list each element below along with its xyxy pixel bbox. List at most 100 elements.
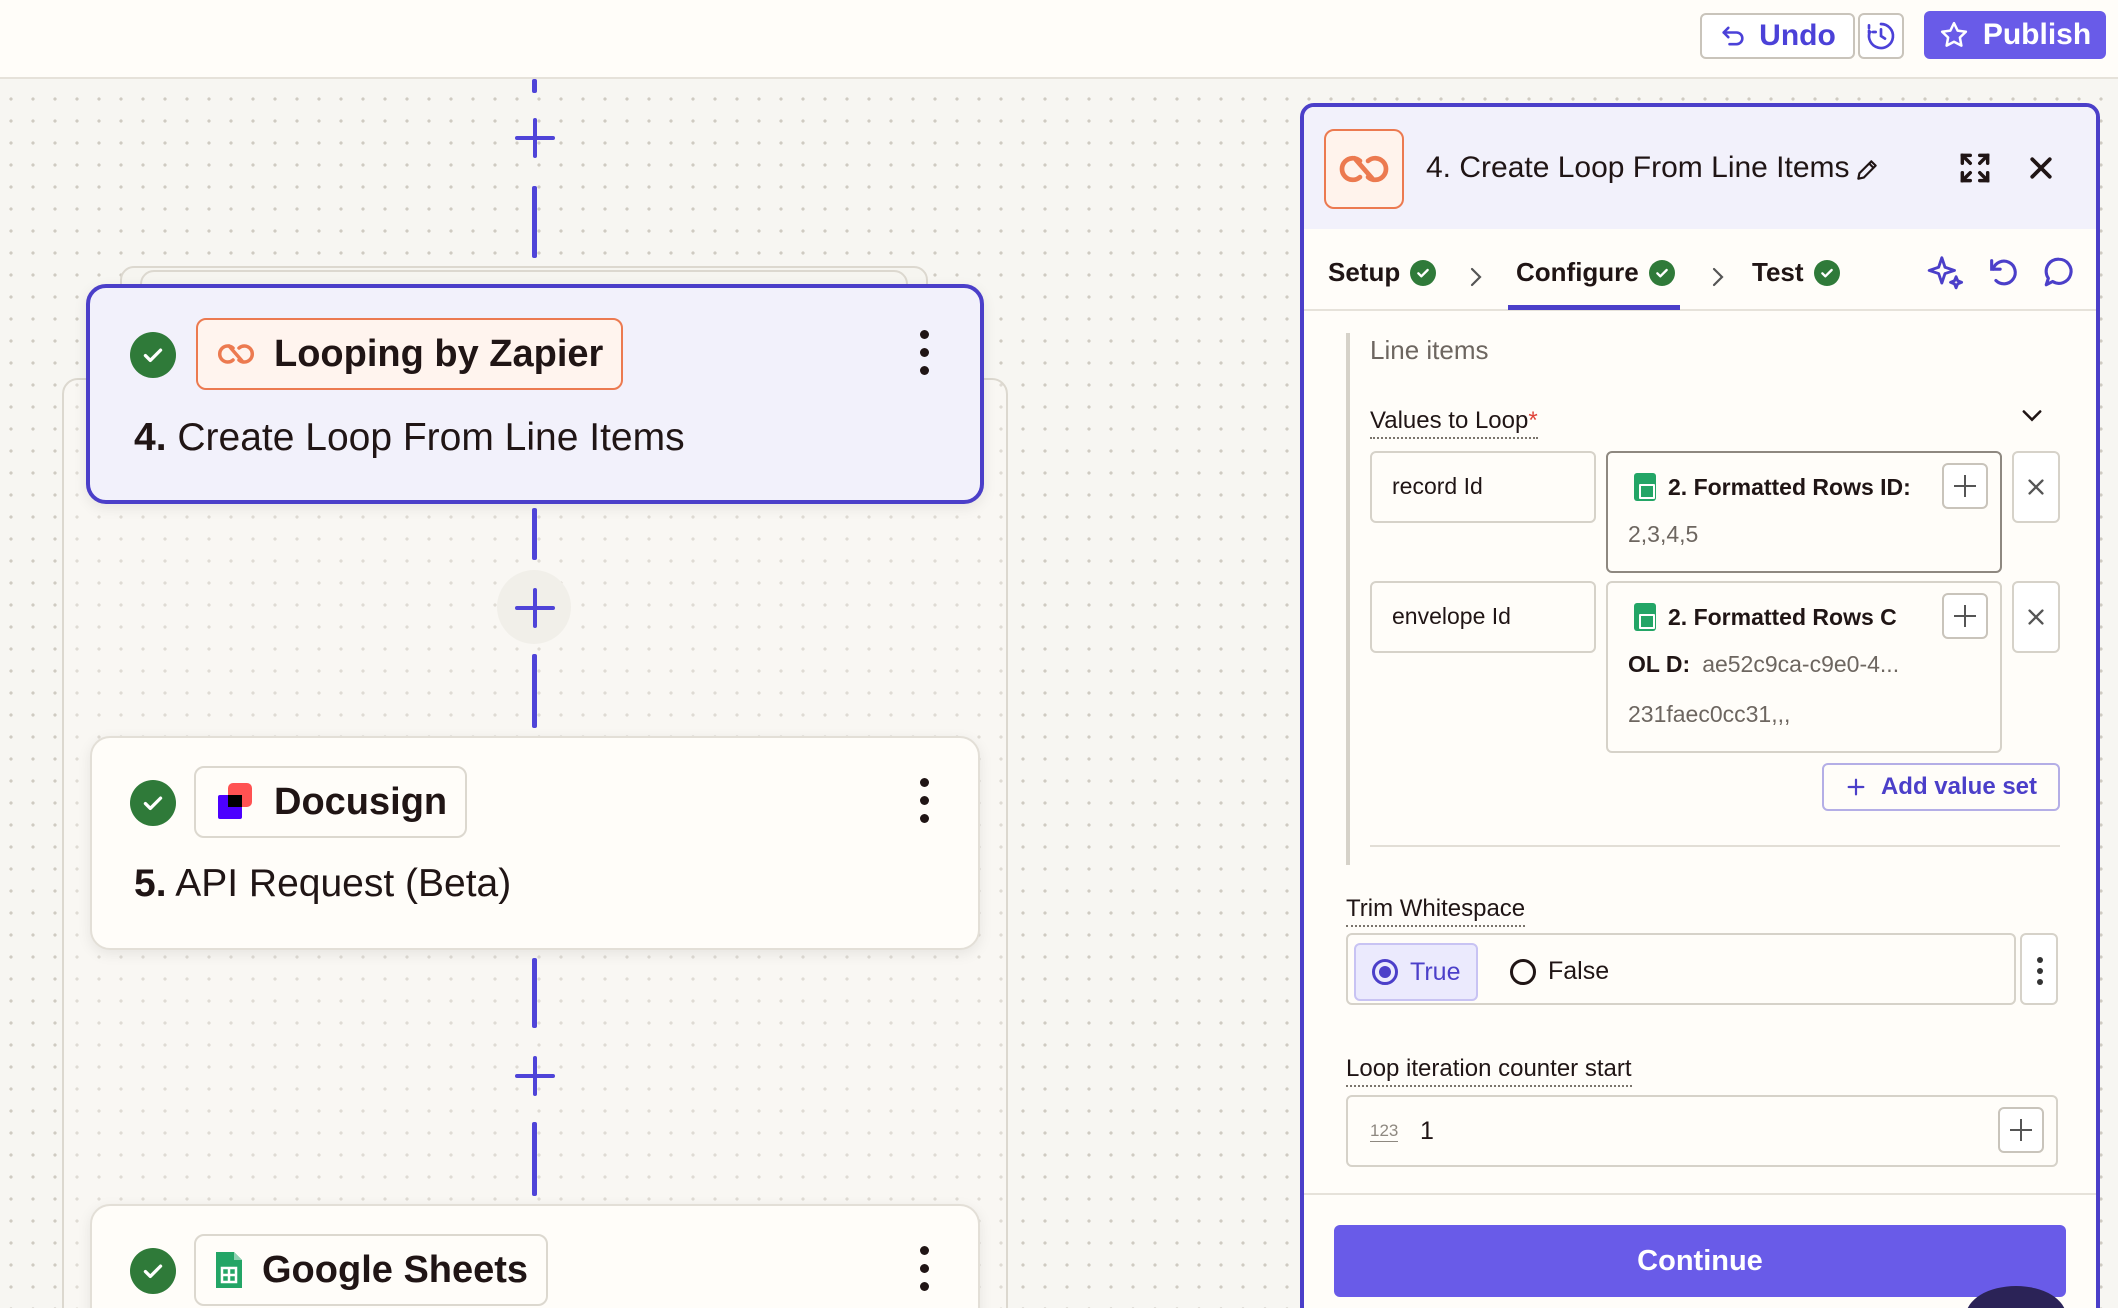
remove-row-button[interactable] xyxy=(2012,581,2060,653)
panel-title-text: 4. Create Loop From Line Items xyxy=(1426,151,1850,184)
connector-line xyxy=(532,654,537,728)
continue-label: Continue xyxy=(1637,1244,1763,1277)
radio-true[interactable]: True xyxy=(1354,943,1478,1001)
check-icon xyxy=(1813,259,1840,286)
key-input[interactable]: record Id xyxy=(1370,451,1596,523)
insert-data-button[interactable] xyxy=(1942,593,1988,639)
divider xyxy=(1370,845,2060,847)
step-title: 5. API Request (Beta) xyxy=(134,862,512,905)
loop-counter-input[interactable]: 123 1 xyxy=(1346,1095,2058,1167)
expand-icon[interactable] xyxy=(1956,149,1994,187)
panel-title: 4. Create Loop From Line Items xyxy=(1426,151,1850,185)
google-sheets-icon xyxy=(1634,603,1656,631)
key-value: envelope Id xyxy=(1392,603,1511,629)
footer-divider xyxy=(1304,1193,2096,1195)
panel-tabs: Setup Configure Test xyxy=(1304,229,2096,311)
app-badge: Google Sheets xyxy=(194,1234,549,1306)
token-label: 2. Formatted Rows ID: xyxy=(1668,473,1911,500)
insert-data-button[interactable] xyxy=(1998,1107,2044,1153)
chevron-right-icon xyxy=(1708,265,1728,296)
section-label: Line items xyxy=(1370,335,1489,365)
comment-icon[interactable] xyxy=(2042,255,2076,289)
history-clock-icon xyxy=(1867,22,1895,50)
radio-label: True xyxy=(1410,957,1461,986)
step-menu-icon[interactable] xyxy=(918,1246,930,1292)
status-check-icon xyxy=(130,332,176,378)
step-card-loop[interactable]: Looping by Zapier 4. Create Loop From Li… xyxy=(86,284,984,504)
status-check-icon xyxy=(130,780,176,826)
undo-button[interactable]: Undo xyxy=(1700,13,1855,59)
field-options-button[interactable] xyxy=(2020,933,2058,1005)
version-history-button[interactable] xyxy=(1858,13,1904,59)
refresh-icon[interactable] xyxy=(1986,255,2020,289)
connector-line xyxy=(532,79,537,93)
app-name: Looping by Zapier xyxy=(274,332,604,375)
radio-label: False xyxy=(1548,957,1610,985)
google-sheets-icon xyxy=(1634,473,1656,501)
section-indent-bar xyxy=(1346,333,1350,865)
tab-label: Configure xyxy=(1516,257,1639,287)
add-value-set-label: Add value set xyxy=(1880,773,2038,800)
add-step-icon[interactable] xyxy=(513,1054,557,1098)
undo-icon xyxy=(1722,26,1744,46)
token-label-cont: OL D: xyxy=(1628,651,1691,677)
status-check-icon xyxy=(130,1248,176,1294)
check-icon xyxy=(1648,259,1675,286)
insert-data-button[interactable] xyxy=(1942,463,1988,509)
radio-selected-icon xyxy=(1372,959,1398,985)
loop-icon xyxy=(217,344,255,364)
panel-header: 4. Create Loop From Line Items xyxy=(1304,107,2096,229)
top-bar: Undo Publish xyxy=(0,0,2118,79)
radio-unselected-icon xyxy=(1510,958,1536,985)
tab-test[interactable]: Test xyxy=(1752,257,1840,288)
data-token-cont: OL D: ae52c9ca-c9e0-4... xyxy=(1628,651,1899,678)
app-badge: Looping by Zapier xyxy=(196,318,624,390)
continue-button[interactable]: Continue xyxy=(1334,1225,2066,1297)
connector-line xyxy=(532,958,537,1028)
app-name: Google Sheets xyxy=(262,1248,529,1291)
connector-line xyxy=(532,186,537,258)
edit-pencil-icon[interactable] xyxy=(1854,157,1880,183)
radio-false[interactable]: False xyxy=(1510,957,1609,986)
app-name: Docusign xyxy=(274,780,448,823)
publish-label: Publish xyxy=(1982,18,2092,51)
data-token: 2. Formatted Rows ID: xyxy=(1634,473,1911,501)
add-value-set-button[interactable]: Add value set xyxy=(1822,763,2060,811)
token-value: ae52c9ca-c9e0-4... xyxy=(1702,651,1900,677)
step-title: 4. Create Loop From Line Items xyxy=(134,416,685,459)
app-badge: Docusign xyxy=(194,766,468,838)
close-icon[interactable] xyxy=(2026,153,2056,183)
active-tab-indicator xyxy=(1508,305,1680,310)
step-menu-icon[interactable] xyxy=(918,778,930,824)
token-label: 2. Formatted Rows C xyxy=(1668,603,1897,630)
chevron-down-icon[interactable] xyxy=(2018,401,2046,429)
step-card-google-sheets[interactable]: Google Sheets xyxy=(90,1204,980,1308)
loop-counter-label: Loop iteration counter start xyxy=(1346,1055,1632,1087)
docusign-icon xyxy=(218,783,252,819)
remove-row-button[interactable] xyxy=(2012,451,2060,523)
loop-counter-value: 1 xyxy=(1420,1117,1434,1145)
key-input[interactable]: envelope Id xyxy=(1370,581,1596,653)
close-icon xyxy=(2028,609,2044,625)
undo-label: Undo xyxy=(1759,19,1836,52)
number-type-icon: 123 xyxy=(1370,1121,1399,1142)
loop-icon xyxy=(1339,155,1389,183)
tab-configure[interactable]: Configure xyxy=(1516,257,1675,288)
add-step-icon[interactable] xyxy=(513,586,557,630)
ai-sparkle-icon[interactable] xyxy=(1926,253,1964,291)
plus-icon xyxy=(1847,778,1865,796)
step-menu-icon[interactable] xyxy=(918,330,930,376)
chevron-right-icon xyxy=(1466,265,1486,296)
add-step-icon[interactable] xyxy=(513,116,557,160)
tab-label: Setup xyxy=(1328,257,1401,287)
trim-whitespace-label: Trim Whitespace xyxy=(1346,895,1526,927)
token-value-cont: 231faec0cc31,,, xyxy=(1628,701,1791,727)
tab-setup[interactable]: Setup xyxy=(1328,257,1437,288)
step-editor-panel: 4. Create Loop From Line Items Setup Con… xyxy=(1300,103,2100,1308)
values-to-loop-label: Values to Loop* xyxy=(1370,407,1538,439)
step-card-docusign[interactable]: Docusign 5. API Request (Beta) xyxy=(90,736,980,950)
publish-button[interactable]: Publish xyxy=(1924,11,2106,59)
tab-label: Test xyxy=(1752,257,1804,287)
key-value: record Id xyxy=(1392,473,1483,499)
token-value: 2,3,4,5 xyxy=(1628,521,1699,547)
